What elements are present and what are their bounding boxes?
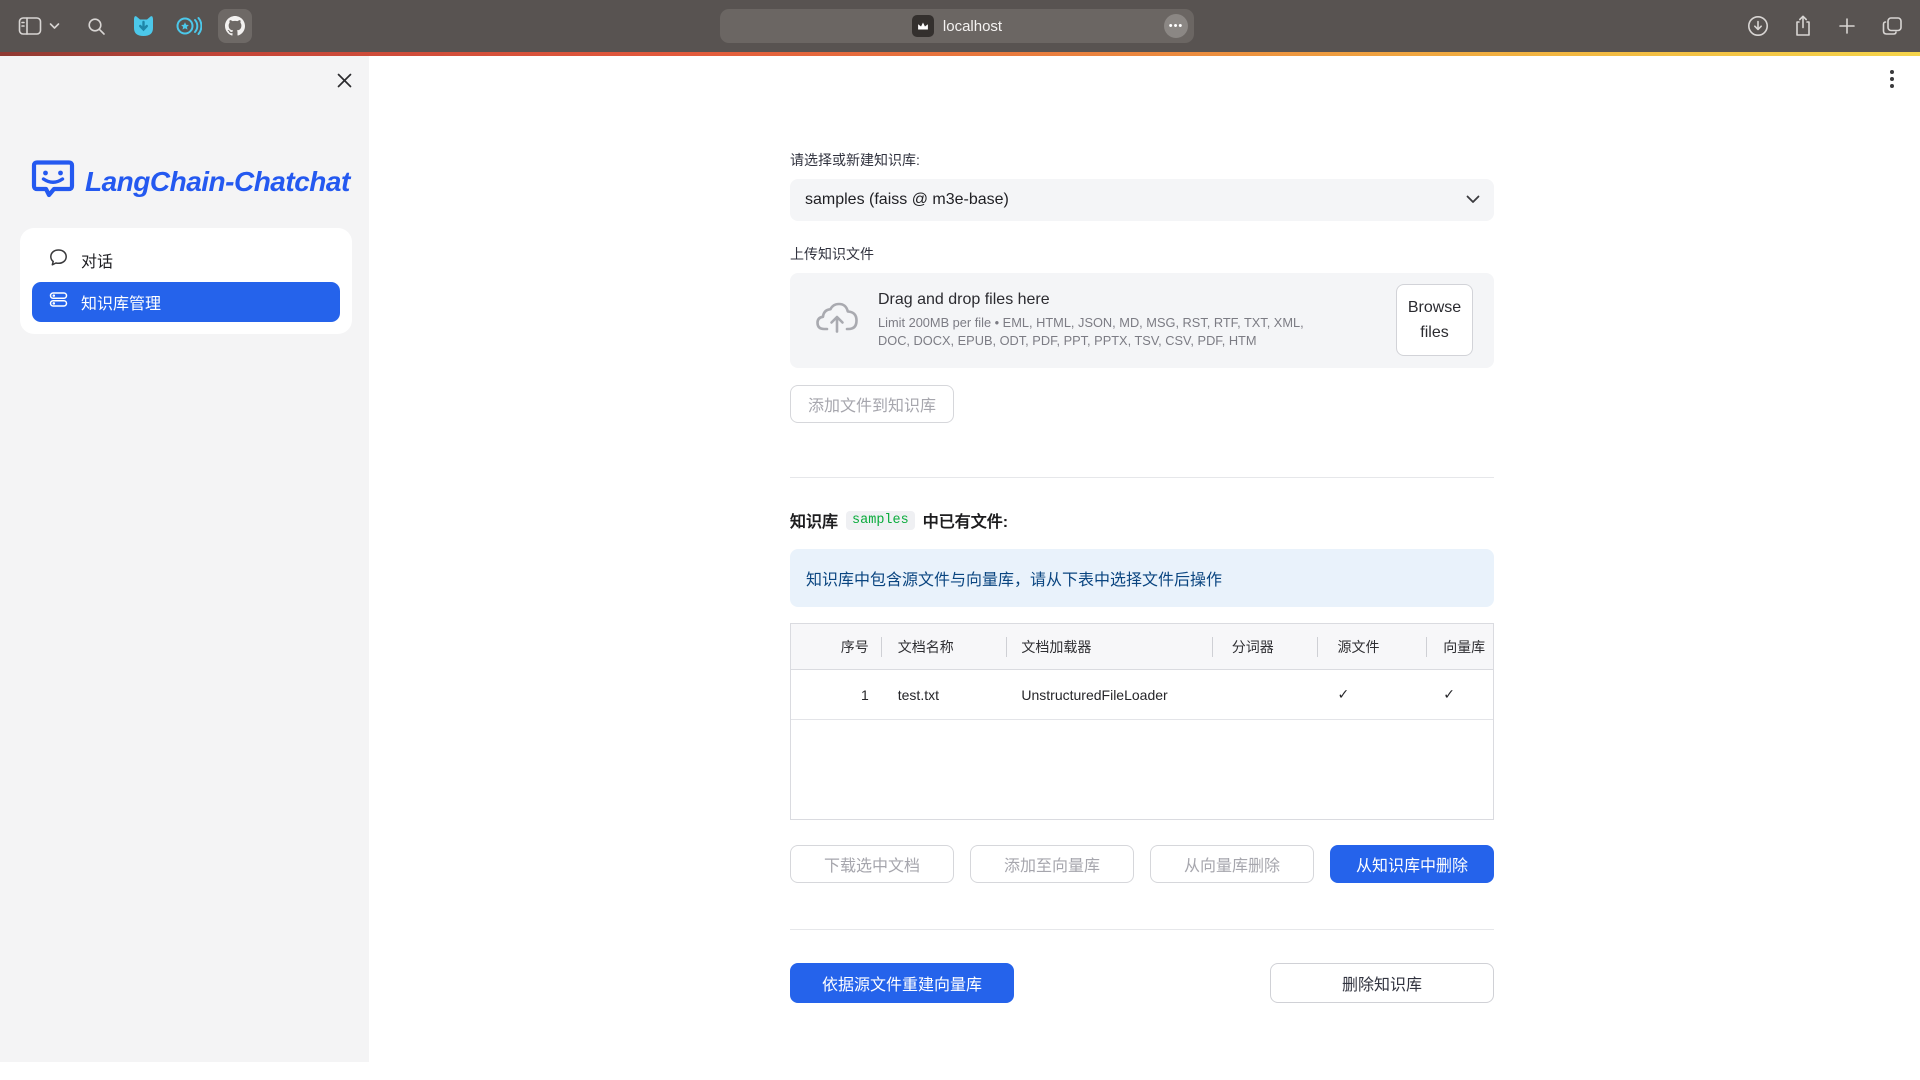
delete-from-kb-button[interactable]: 从知识库中删除 bbox=[1330, 845, 1494, 883]
sidebar-item-kb-management[interactable]: 知识库管理 bbox=[32, 282, 340, 322]
cell-source-check: ✓ bbox=[1318, 670, 1427, 719]
kb-selected-value: samples (faiss @ m3e-base) bbox=[805, 191, 1466, 209]
col-header-vector[interactable]: 向量库 bbox=[1427, 624, 1493, 669]
app-page: LangChain-Chatchat 对话 bbox=[0, 56, 1920, 1080]
github-extension-icon[interactable] bbox=[218, 9, 252, 43]
col-header-source[interactable]: 源文件 bbox=[1318, 624, 1427, 669]
browse-files-button[interactable]: Browse files bbox=[1396, 284, 1473, 356]
kb-content: 请选择或新建知识库: samples (faiss @ m3e-base) 上传… bbox=[790, 56, 1494, 1003]
chatchat-logo-icon bbox=[30, 158, 76, 205]
share-icon[interactable] bbox=[1793, 14, 1813, 38]
database-stack-icon bbox=[49, 291, 68, 313]
main-area: 请选择或新建知识库: samples (faiss @ m3e-base) 上传… bbox=[369, 56, 1920, 1080]
site-favicon bbox=[912, 15, 934, 37]
info-alert-text: 知识库中包含源文件与向量库，请从下表中选择文件后操作 bbox=[806, 566, 1222, 590]
col-header-loader[interactable]: 文档加载器 bbox=[1007, 624, 1212, 669]
cell-index: 1 bbox=[791, 670, 882, 719]
divider bbox=[790, 477, 1494, 478]
delete-kb-button[interactable]: 删除知识库 bbox=[1270, 963, 1494, 1003]
files-heading-suffix: 中已有文件: bbox=[923, 508, 1008, 532]
kb-bottom-actions: 依据源文件重建向量库 删除知识库 bbox=[790, 963, 1494, 1003]
app-logo-text: LangChain-Chatchat bbox=[85, 166, 350, 198]
divider bbox=[790, 929, 1494, 930]
cell-vector-check: ✓ bbox=[1427, 670, 1493, 719]
proxy-extension-icon[interactable] bbox=[175, 15, 202, 37]
sidebar: LangChain-Chatchat 对话 bbox=[0, 56, 369, 1062]
cell-name: test.txt bbox=[882, 670, 1008, 719]
files-heading-prefix: 知识库 bbox=[790, 508, 838, 532]
new-tab-icon[interactable] bbox=[1837, 16, 1857, 36]
add-to-vectorstore-button[interactable]: 添加至向量库 bbox=[970, 845, 1134, 883]
delete-from-vectorstore-button[interactable]: 从向量库删除 bbox=[1150, 845, 1314, 883]
kb-selectbox[interactable]: samples (faiss @ m3e-base) bbox=[790, 179, 1494, 221]
files-table: 序号 文档名称 文档加载器 分词器 源文件 向量库 1 test.txt Uns… bbox=[790, 623, 1494, 820]
col-header-name[interactable]: 文档名称 bbox=[882, 624, 1008, 669]
kb-name-code: samples bbox=[846, 511, 915, 530]
file-actions: 下载选中文档 添加至向量库 从向量库删除 从知识库中删除 bbox=[790, 845, 1494, 883]
kb-select-label: 请选择或新建知识库: bbox=[790, 150, 1494, 170]
chevron-down-icon bbox=[1466, 191, 1480, 209]
sidebar-item-dialogue[interactable]: 对话 bbox=[32, 240, 340, 280]
app-logo: LangChain-Chatchat bbox=[30, 158, 350, 205]
cloud-upload-icon bbox=[815, 301, 859, 340]
table-row[interactable]: 1 test.txt UnstructuredFileLoader ✓ ✓ bbox=[791, 670, 1493, 720]
col-header-splitter[interactable]: 分词器 bbox=[1213, 624, 1319, 669]
info-alert: 知识库中包含源文件与向量库，请从下表中选择文件后操作 bbox=[790, 549, 1494, 607]
file-dropzone[interactable]: Drag and drop files here Limit 200MB per… bbox=[790, 273, 1494, 368]
add-files-button[interactable]: 添加文件到知识库 bbox=[790, 385, 954, 423]
sidebar-toggle-icon[interactable] bbox=[18, 16, 42, 36]
sidebar-item-label: 对话 bbox=[81, 248, 113, 272]
download-icon[interactable] bbox=[1747, 15, 1769, 37]
address-bar[interactable]: localhost ••• bbox=[720, 9, 1194, 43]
address-url: localhost bbox=[943, 18, 1002, 35]
col-header-index[interactable]: 序号 bbox=[791, 624, 882, 669]
files-heading: 知识库 samples 中已有文件: bbox=[790, 508, 1494, 532]
download-selected-button[interactable]: 下载选中文档 bbox=[790, 845, 954, 883]
chevron-down-icon[interactable] bbox=[49, 22, 60, 30]
page-options-icon[interactable]: ••• bbox=[1164, 14, 1188, 38]
tabs-overview-icon[interactable] bbox=[1881, 15, 1904, 37]
chat-bubble-icon bbox=[49, 248, 68, 272]
cell-splitter bbox=[1213, 670, 1319, 719]
sidebar-nav: 对话 知识库管理 bbox=[20, 228, 352, 334]
main-menu-icon[interactable] bbox=[1882, 66, 1902, 92]
cell-loader: UnstructuredFileLoader bbox=[1007, 670, 1212, 719]
sidebar-item-label: 知识库管理 bbox=[81, 290, 161, 314]
rebuild-vectorstore-button[interactable]: 依据源文件重建向量库 bbox=[790, 963, 1014, 1003]
files-table-header: 序号 文档名称 文档加载器 分词器 源文件 向量库 bbox=[791, 624, 1493, 670]
dropzone-title: Drag and drop files here bbox=[878, 291, 1318, 309]
dropzone-hint: Limit 200MB per file • EML, HTML, JSON, … bbox=[878, 314, 1318, 350]
cat-extension-icon[interactable] bbox=[132, 14, 155, 38]
sidebar-close-icon[interactable] bbox=[332, 68, 356, 92]
browser-toolbar: localhost ••• bbox=[0, 0, 1920, 52]
search-icon[interactable] bbox=[87, 17, 106, 36]
upload-label: 上传知识文件 bbox=[790, 244, 1494, 264]
